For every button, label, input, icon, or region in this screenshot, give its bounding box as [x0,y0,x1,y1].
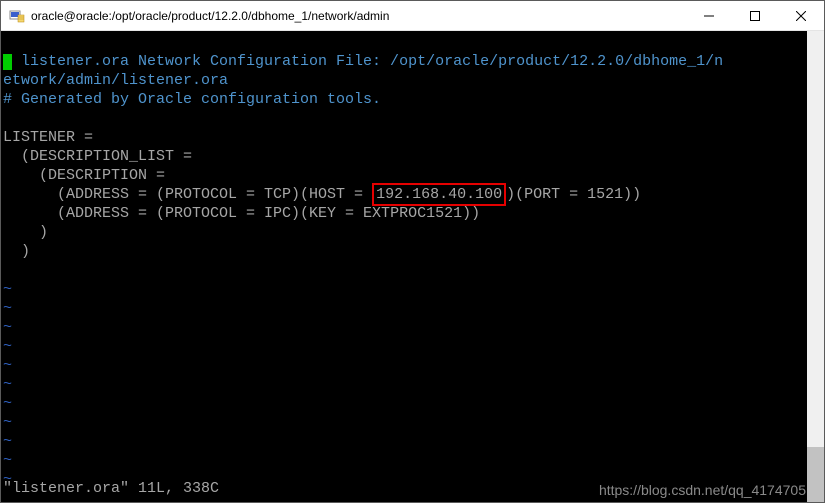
minimize-button[interactable] [686,1,732,30]
close-button[interactable] [778,1,824,30]
vim-empty-line: ~ [3,376,12,393]
config-line: ) [3,224,48,241]
config-line: (DESCRIPTION = [3,167,165,184]
config-address-line: (ADDRESS = (PROTOCOL = TCP)(HOST = 192.1… [3,186,641,203]
cursor [3,54,12,70]
comment-line: # Generated by Oracle configuration tool… [3,91,381,108]
vim-empty-line: ~ [3,319,12,336]
terminal-area[interactable]: listener.ora Network Configuration File:… [1,31,824,502]
config-line: ) [3,243,30,260]
config-line: LISTENER = [3,129,93,146]
config-line: (DESCRIPTION_LIST = [3,148,192,165]
window-title: oracle@oracle:/opt/oracle/product/12.2.0… [31,9,686,23]
vim-empty-line: ~ [3,357,12,374]
vim-empty-line: ~ [3,452,12,469]
vim-empty-line: ~ [3,395,12,412]
highlighted-host-ip: 192.168.40.100 [372,183,506,206]
comment-line: listener.ora Network Configuration File:… [3,53,723,70]
scrollbar-track[interactable] [807,31,824,502]
window-controls [686,1,824,30]
scrollbar-thumb[interactable] [807,447,824,502]
watermark-text: https://blog.csdn.net/qq_4174705 [599,481,806,500]
putty-icon [9,8,25,24]
vim-empty-line: ~ [3,281,12,298]
vim-empty-line: ~ [3,433,12,450]
maximize-button[interactable] [732,1,778,30]
vim-empty-line: ~ [3,300,12,317]
comment-line: etwork/admin/listener.ora [3,72,228,89]
vim-empty-line: ~ [3,338,12,355]
vim-empty-line: ~ [3,414,12,431]
config-address-line: (ADDRESS = (PROTOCOL = IPC)(KEY = EXTPRO… [3,205,480,222]
window-titlebar: oracle@oracle:/opt/oracle/product/12.2.0… [1,1,824,31]
